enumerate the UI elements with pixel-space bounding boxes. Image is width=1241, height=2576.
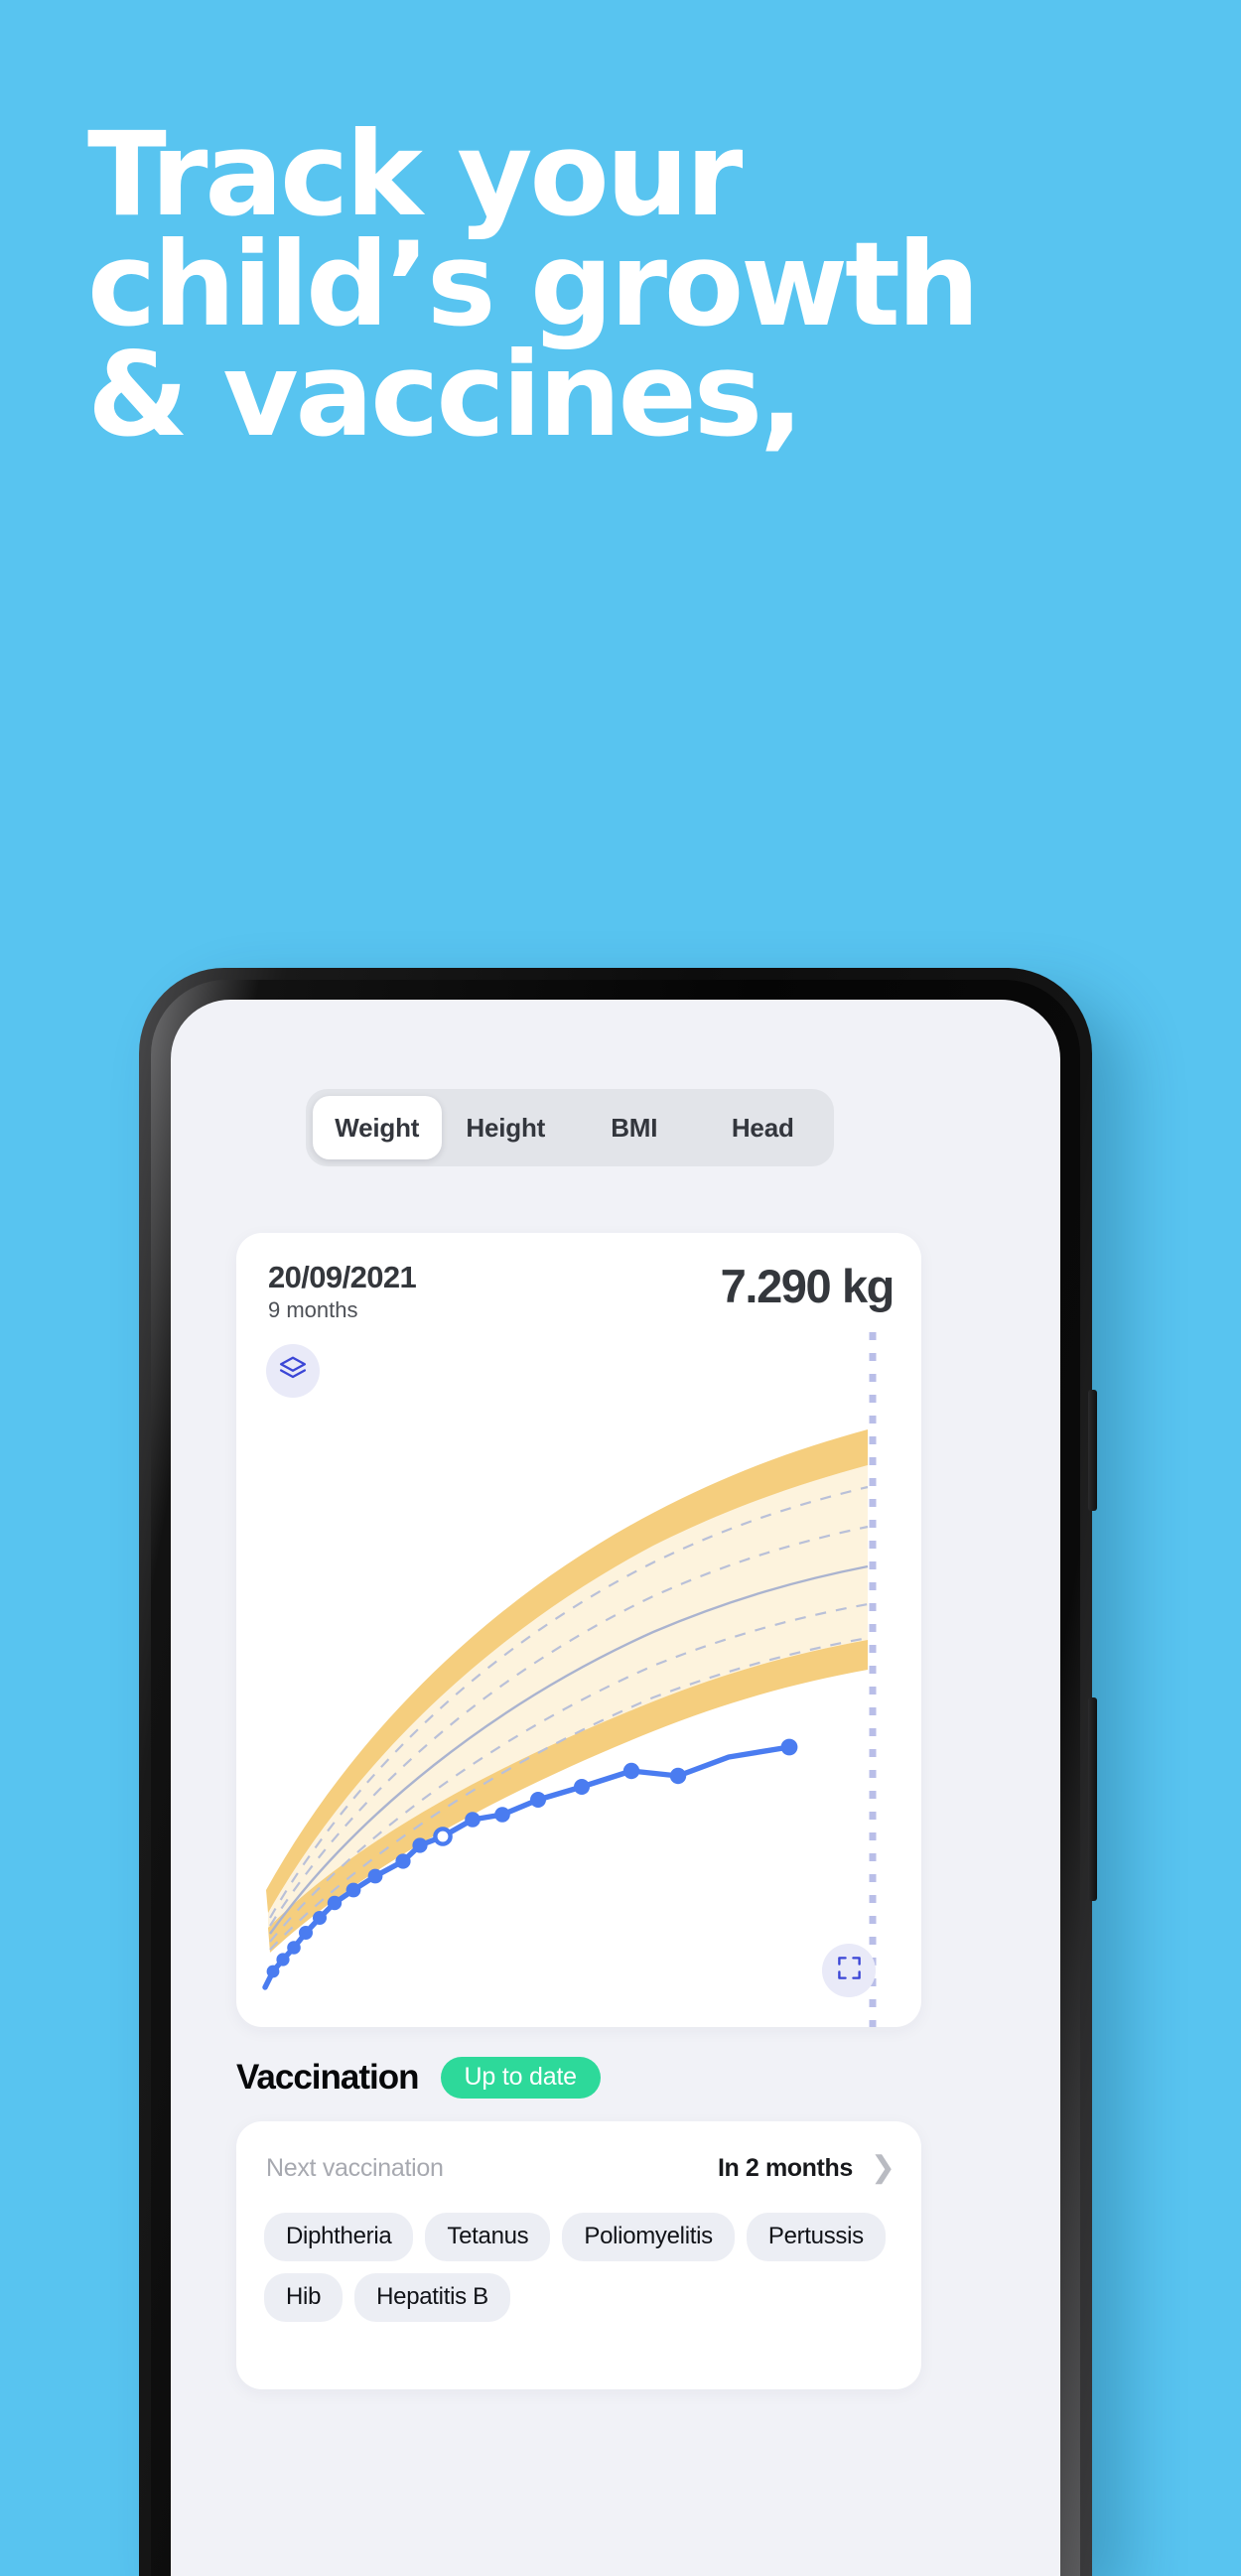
measurement-date: 20/09/2021 — [268, 1260, 417, 1294]
vaccine-chip[interactable]: Hepatitis B — [354, 2273, 510, 2323]
phone-bezel: Weight Height BMI Head 20/09/2021 9 mont… — [151, 980, 1080, 2576]
growth-card-header: 20/09/2021 9 months 7.290 kg — [268, 1260, 896, 1323]
tab-head[interactable]: Head — [699, 1096, 828, 1159]
vaccine-chip[interactable]: Hib — [264, 2273, 344, 2323]
power-button[interactable] — [1088, 1697, 1097, 1901]
next-vaccination-label: Next vaccination — [266, 2153, 444, 2182]
vaccine-chip[interactable]: Tetanus — [425, 2213, 551, 2262]
measurement-age: 9 months — [268, 1296, 358, 1322]
next-vaccination-value: In 2 months — [717, 2153, 853, 2182]
growth-chart-svg — [262, 1332, 877, 2027]
growth-chart-card: 20/09/2021 9 months 7.290 kg — [236, 1233, 921, 2027]
expand-chart-button[interactable] — [822, 1944, 876, 1997]
volume-up-button[interactable] — [1088, 1390, 1097, 1511]
headline-line-1: Track your — [87, 106, 743, 242]
vaccine-chip[interactable]: Diphtheria — [264, 2213, 414, 2262]
vaccine-chip[interactable]: Pertussis — [746, 2213, 886, 2262]
measurement-date-block: 20/09/2021 9 months — [268, 1260, 417, 1323]
selected-data-point[interactable] — [433, 1827, 453, 1846]
growth-chart[interactable] — [236, 1332, 921, 2027]
phone-screen: Weight Height BMI Head 20/09/2021 9 mont… — [171, 1000, 1060, 2576]
vaccine-chip[interactable]: Poliomyelitis — [562, 2213, 735, 2262]
fullscreen-icon — [836, 1955, 863, 1986]
vaccination-section-header: Vaccination Up to date — [236, 2057, 601, 2100]
tab-bmi[interactable]: BMI — [570, 1096, 699, 1159]
next-vaccination-value-group: In 2 months ❯ — [718, 2153, 896, 2183]
tab-height[interactable]: Height — [442, 1096, 571, 1159]
metric-tab-bar[interactable]: Weight Height BMI Head — [306, 1089, 834, 1166]
headline-line-2: child’s growth — [87, 216, 980, 353]
phone-mockup: Weight Height BMI Head 20/09/2021 9 mont… — [139, 968, 1097, 2576]
vaccination-title: Vaccination — [236, 2058, 420, 2098]
vaccination-card: Next vaccination In 2 months ❯ Diphtheri… — [236, 2121, 921, 2389]
next-vaccination-row[interactable]: Next vaccination In 2 months ❯ — [266, 2153, 896, 2183]
status-badge: Up to date — [440, 2057, 601, 2100]
page-title: Track your child’s growth & vaccines, — [87, 106, 1150, 464]
vaccine-chip-list: Diphtheria Tetanus Poliomyelitis Pertuss… — [264, 2213, 901, 2323]
tab-weight[interactable]: Weight — [313, 1096, 442, 1159]
measurement-value: 7.290 kg — [720, 1260, 896, 1312]
chevron-right-icon[interactable]: ❯ — [871, 2153, 896, 2183]
headline-line-3: & vaccines, — [87, 327, 804, 464]
